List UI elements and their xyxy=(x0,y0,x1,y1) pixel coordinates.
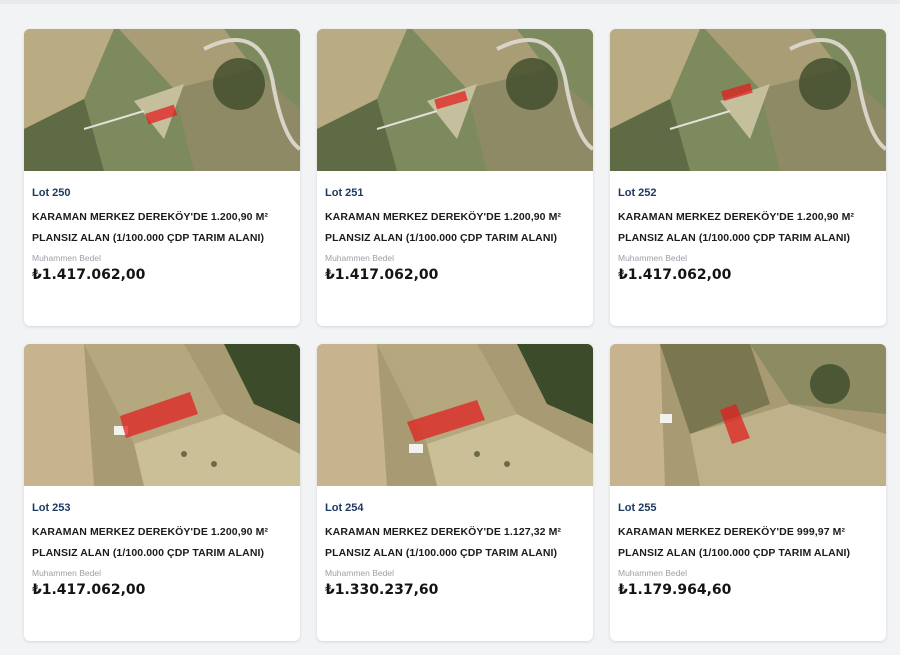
lot-card[interactable]: Lot 251 KARAMAN MERKEZ DEREKÖY'DE 1.200,… xyxy=(317,29,593,326)
lot-grid: Lot 250 KARAMAN MERKEZ DEREKÖY'DE 1.200,… xyxy=(24,29,886,641)
price: ₺1.179.964,60 xyxy=(618,582,732,598)
price-label: Muhammen Bedel xyxy=(325,253,394,263)
satellite-parcel-image xyxy=(24,344,300,486)
lot-title-line1: KARAMAN MERKEZ DEREKÖY'DE 1.200,90 M² xyxy=(618,211,855,223)
lot-title-line2: PLANSIZ ALAN (1/100.000 ÇDP TARIM ALANI) xyxy=(618,232,851,244)
price: ₺1.417.062,00 xyxy=(618,267,732,283)
lot-title-line2: PLANSIZ ALAN (1/100.000 ÇDP TARIM ALANI) xyxy=(325,232,558,244)
lot-card[interactable]: Lot 250 KARAMAN MERKEZ DEREKÖY'DE 1.200,… xyxy=(24,29,300,326)
lot-number: Lot 251 xyxy=(325,187,364,199)
price-label: Muhammen Bedel xyxy=(618,568,687,578)
price: ₺1.417.062,00 xyxy=(32,267,146,283)
price-label: Muhammen Bedel xyxy=(325,568,394,578)
price-label: Muhammen Bedel xyxy=(32,253,101,263)
satellite-parcel-image xyxy=(610,344,886,486)
lot-title-line1: KARAMAN MERKEZ DEREKÖY'DE 999,97 M² xyxy=(618,526,846,538)
lot-title-line1: KARAMAN MERKEZ DEREKÖY'DE 1.200,90 M² xyxy=(32,526,269,538)
lot-title-line2: PLANSIZ ALAN (1/100.000 ÇDP TARIM ALANI) xyxy=(325,547,558,559)
lot-number: Lot 255 xyxy=(618,502,657,514)
satellite-parcel-image xyxy=(24,29,300,171)
price-label: Muhammen Bedel xyxy=(32,568,101,578)
price: ₺1.330.237,60 xyxy=(325,582,439,598)
lot-title-line1: KARAMAN MERKEZ DEREKÖY'DE 1.200,90 M² xyxy=(325,211,562,223)
lot-title-line2: PLANSIZ ALAN (1/100.000 ÇDP TARIM ALANI) xyxy=(618,547,851,559)
top-strip xyxy=(0,0,900,4)
lot-title-line2: PLANSIZ ALAN (1/100.000 ÇDP TARIM ALANI) xyxy=(32,547,265,559)
price: ₺1.417.062,00 xyxy=(32,582,146,598)
lot-title-line1: KARAMAN MERKEZ DEREKÖY'DE 1.127,32 M² xyxy=(325,526,562,538)
lot-number: Lot 250 xyxy=(32,187,71,199)
lot-card[interactable]: Lot 254 KARAMAN MERKEZ DEREKÖY'DE 1.127,… xyxy=(317,344,593,641)
lot-card[interactable]: Lot 253 KARAMAN MERKEZ DEREKÖY'DE 1.200,… xyxy=(24,344,300,641)
price: ₺1.417.062,00 xyxy=(325,267,439,283)
lot-title-line2: PLANSIZ ALAN (1/100.000 ÇDP TARIM ALANI) xyxy=(32,232,265,244)
satellite-parcel-image xyxy=(317,29,593,171)
lot-card[interactable]: Lot 252 KARAMAN MERKEZ DEREKÖY'DE 1.200,… xyxy=(610,29,886,326)
lot-number: Lot 252 xyxy=(618,187,657,199)
lot-card[interactable]: Lot 255 KARAMAN MERKEZ DEREKÖY'DE 999,97… xyxy=(610,344,886,641)
lot-title-line1: KARAMAN MERKEZ DEREKÖY'DE 1.200,90 M² xyxy=(32,211,269,223)
lot-number: Lot 254 xyxy=(325,502,364,514)
lot-number: Lot 253 xyxy=(32,502,71,514)
satellite-parcel-image xyxy=(317,344,593,486)
price-label: Muhammen Bedel xyxy=(618,253,687,263)
satellite-parcel-image xyxy=(610,29,886,171)
